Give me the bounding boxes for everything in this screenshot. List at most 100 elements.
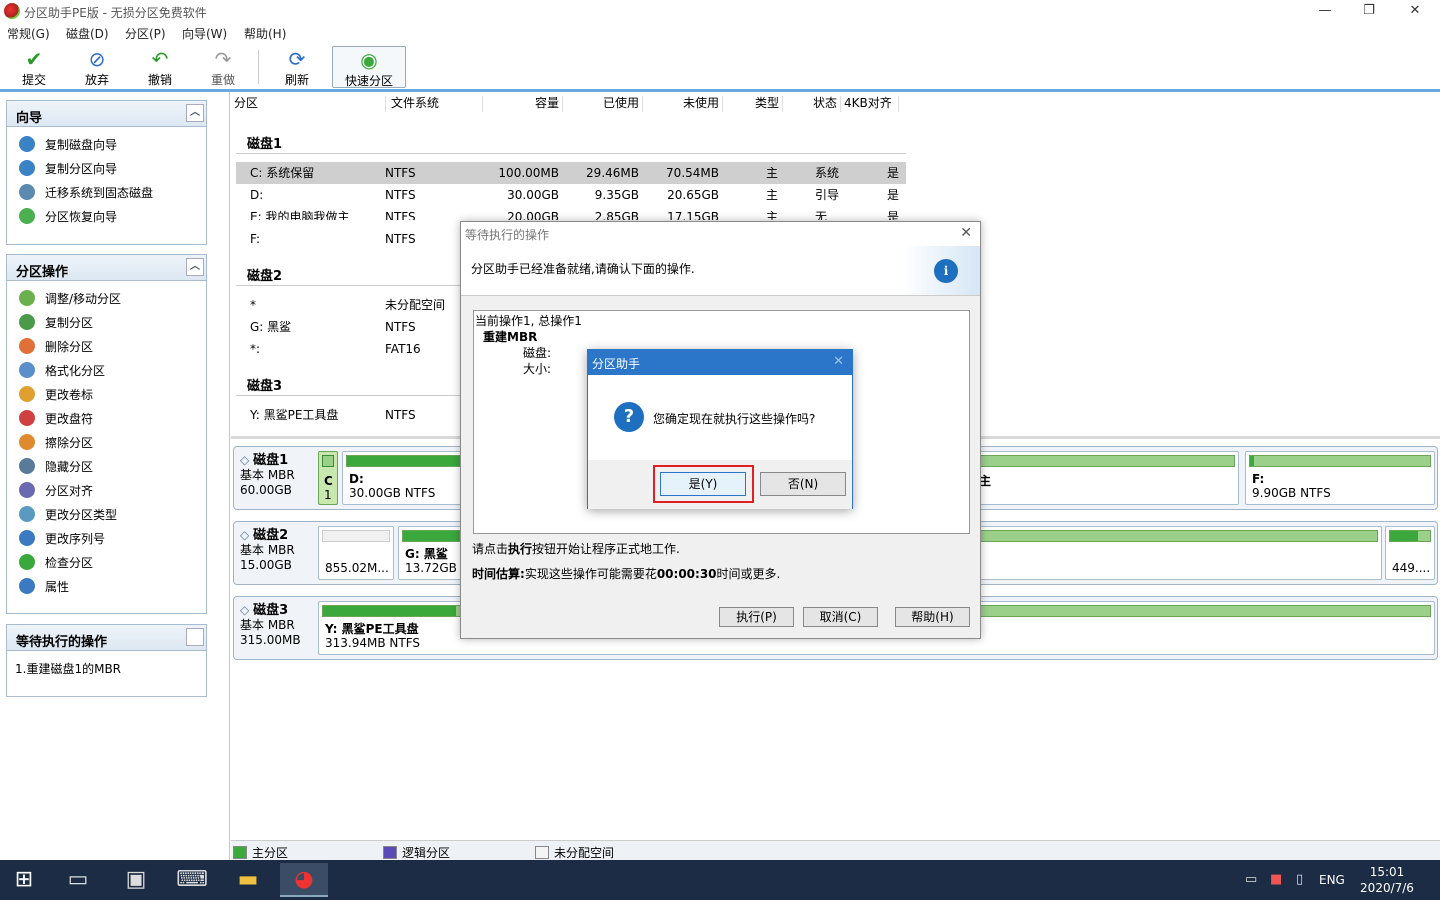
taskbar-computer[interactable]: ▣ <box>112 863 160 897</box>
sidebar-item-properties[interactable]: 属性 <box>7 574 206 598</box>
taskbar-keyboard[interactable]: ⌨ <box>168 863 216 897</box>
partition-g-text: G: 黑鲨 13.72GB <box>405 547 457 575</box>
serial-icon <box>19 530 35 546</box>
language-indicator[interactable]: ENG <box>1319 873 1345 887</box>
menu-partition[interactable]: 分区(P) <box>125 25 166 42</box>
sidebar-item-delete[interactable]: 删除分区 <box>7 334 206 358</box>
cell-free: 70.54MB <box>666 166 719 180</box>
sidebar-item-wipe[interactable]: 擦除分区 <box>7 430 206 454</box>
execute-button[interactable]: 执行(P) <box>719 607 794 627</box>
cell-status: 引导 <box>815 188 840 202</box>
copy-disk-icon <box>19 136 35 152</box>
partition-g[interactable]: G: 黑鲨 13.72GB <box>398 526 464 580</box>
quick-partition-button[interactable]: ◉ 快速分区 <box>332 46 406 88</box>
sidebar-item-resize[interactable]: 调整/移动分区 <box>7 286 206 310</box>
sidebar-item-format[interactable]: 格式化分区 <box>7 358 206 382</box>
network-icon[interactable]: ▭ <box>1245 872 1257 887</box>
col-type[interactable]: 类型 <box>723 96 783 112</box>
sidebar-item-change-type[interactable]: 更改分区类型 <box>7 502 206 526</box>
partition-c-label: C1 <box>324 474 333 502</box>
partition-d[interactable]: D: 30.00GB NTFS <box>342 451 472 505</box>
no-button[interactable]: 否(N) <box>760 472 846 496</box>
title-bar: 分区助手PE版 - 无损分区免费软件 — ❐ ✕ <box>0 0 1440 22</box>
commit-button[interactable]: ✔ 提交 <box>7 46 61 88</box>
clock[interactable]: 15:01 2020/7/6 <box>1360 864 1414 896</box>
col-partition[interactable]: 分区 <box>231 96 386 112</box>
taskbar-explorer[interactable]: ▬ <box>224 863 272 897</box>
sidebar-item-label: 更改盘符 <box>45 411 94 426</box>
partition-last[interactable]: 449.... <box>1385 526 1435 580</box>
col-used[interactable]: 已使用 <box>563 96 643 112</box>
usb-icon[interactable]: ▯ <box>1296 872 1303 887</box>
window-title: 分区助手PE版 - 无损分区免费软件 <box>24 6 207 20</box>
collapse-icon[interactable] <box>186 628 204 646</box>
table-row[interactable]: E: 我的电脑我做主 NTFS 20.00GB 2.85GB 17.15GB 主… <box>236 206 906 220</box>
disk1-name: 磁盘1 <box>253 453 289 468</box>
minimize-button[interactable]: — <box>1302 0 1348 22</box>
sidebar-item-check[interactable]: 检查分区 <box>7 550 206 574</box>
taskbar-drive[interactable]: ▭ <box>54 863 102 897</box>
sidebar-item-migrate-os[interactable]: 迁移系统到固态磁盘 <box>7 180 206 204</box>
keyboard-icon: ⌨ <box>176 867 208 892</box>
partition-g-right[interactable] <box>974 526 1382 580</box>
menu-general[interactable]: 常规(G) <box>7 25 50 42</box>
recovery-icon <box>19 208 35 224</box>
cell-capacity: 30.00GB <box>507 188 559 202</box>
partition-unallocated[interactable]: 855.02M... <box>318 526 394 580</box>
menu-disk[interactable]: 磁盘(D) <box>66 25 109 42</box>
sidebar-item-align[interactable]: 分区对齐 <box>7 478 206 502</box>
yes-button[interactable]: 是(Y) <box>660 472 746 496</box>
table-row[interactable]: D: NTFS 30.00GB 9.35GB 20.65GB 主 引导 是 <box>236 184 906 206</box>
partition-c[interactable]: C1 <box>318 451 338 505</box>
cell-fs: FAT16 <box>385 342 421 356</box>
sidebar-item-drive-letter[interactable]: 更改盘符 <box>7 406 206 430</box>
drive-letter-icon <box>19 410 35 426</box>
cell-align: 是 <box>887 188 900 202</box>
undo-button[interactable]: ↶ 撤销 <box>133 46 187 88</box>
sidebar-item-label: 检查分区 <box>45 555 94 570</box>
display-icon[interactable]: ■ <box>1270 872 1282 887</box>
partition-e[interactable]: 主 <box>974 451 1239 505</box>
maximize-button[interactable]: ❐ <box>1346 0 1392 22</box>
sidebar-item-copy[interactable]: 复制分区 <box>7 310 206 334</box>
help-button[interactable]: 帮助(H) <box>895 607 970 627</box>
sidebar-item-hide[interactable]: 隐藏分区 <box>7 454 206 478</box>
disk1-size: 60.00GB <box>240 483 292 497</box>
close-icon[interactable]: ✕ <box>960 225 972 241</box>
cancel-button[interactable]: 取消(C) <box>803 607 878 627</box>
discard-button[interactable]: ⊘ 放弃 <box>70 46 124 88</box>
sidebar-item-copy-disk[interactable]: 复制磁盘向导 <box>7 132 206 156</box>
redo-button[interactable]: ↷ 重做 <box>196 46 250 88</box>
refresh-button[interactable]: ⟳ 刷新 <box>270 46 324 88</box>
windows-icon: ⊞ <box>14 867 34 892</box>
col-free[interactable]: 未使用 <box>643 96 723 112</box>
sidebar-item-copy-partition[interactable]: 复制分区向导 <box>7 156 206 180</box>
col-capacity[interactable]: 容量 <box>483 96 563 112</box>
close-icon[interactable]: ✕ <box>833 354 844 369</box>
sidebar-item-label-change[interactable]: 更改卷标 <box>7 382 206 406</box>
close-button[interactable]: ✕ <box>1392 0 1438 22</box>
menu-help[interactable]: 帮助(H) <box>244 25 286 42</box>
sidebar-item-label: 分区恢复向导 <box>45 209 118 224</box>
commit-label: 提交 <box>21 73 46 87</box>
sidebar-item-label: 更改分区类型 <box>45 507 118 522</box>
cell-partition: Y: 黑鲨PE工具盘 <box>250 408 339 422</box>
menu-wizard[interactable]: 向导(W) <box>182 25 227 42</box>
pending-item[interactable]: 1.重建磁盘1的MBR <box>7 651 206 677</box>
col-status[interactable]: 状态 <box>783 96 841 112</box>
sidebar-item-recovery[interactable]: 分区恢复向导 <box>7 204 206 228</box>
col-4k-align[interactable]: 4KB对齐 <box>841 96 899 112</box>
partition-y-text: Y: 黑鲨PE工具盘 313.94MB NTFS <box>325 622 421 650</box>
partition-ops-panel: 分区操作 ︿ 调整/移动分区 复制分区 删除分区 格式化分区 更改卷标 更改盘符… <box>6 254 207 614</box>
col-filesystem[interactable]: 文件系统 <box>386 96 483 112</box>
collapse-icon[interactable]: ︿ <box>186 258 204 276</box>
partition-f[interactable]: F: 9.90GB NTFS <box>1245 451 1435 505</box>
confirm-dialog: 分区助手 ✕ ? 您确定现在就执行这些操作吗? 是(Y) 否(N) <box>587 349 853 509</box>
start-button[interactable]: ⊞ <box>0 863 48 897</box>
collapse-icon[interactable]: ︿ <box>186 104 204 122</box>
partition-last-usage <box>1389 530 1431 542</box>
disk-icon: ◇ <box>240 528 250 542</box>
table-row[interactable]: C: 系统保留 NTFS 100.00MB 29.46MB 70.54MB 主 … <box>236 162 906 184</box>
taskbar-partition-assistant[interactable]: ◕ <box>280 863 328 897</box>
sidebar-item-serial[interactable]: 更改序列号 <box>7 526 206 550</box>
